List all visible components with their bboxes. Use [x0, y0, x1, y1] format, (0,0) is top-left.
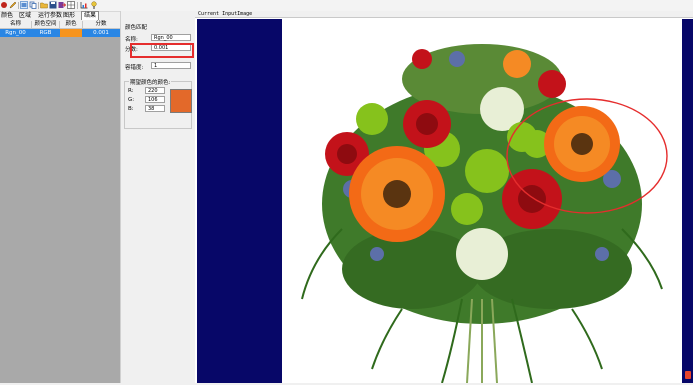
column-header-color-space[interactable]: 颜色空间	[32, 21, 60, 28]
image-icon[interactable]	[20, 1, 28, 9]
g-field[interactable]: 106	[145, 96, 165, 103]
grid-icon[interactable]	[67, 1, 75, 9]
name-field[interactable]: Rgn_00	[151, 34, 191, 41]
panel-title: 颜色匹配	[125, 25, 148, 31]
viewer-title: Current InputImage	[195, 11, 693, 18]
record-icon[interactable]	[0, 1, 8, 9]
input-image[interactable]	[282, 19, 682, 384]
cell-name: Rgn_00	[5, 30, 26, 36]
table-row[interactable]: Rgn_00 RGB 0.001	[0, 29, 120, 37]
copy-icon[interactable]	[29, 1, 37, 9]
g-label: G:	[128, 97, 135, 103]
display-margin-right	[682, 19, 693, 383]
cell-color-swatch	[60, 29, 82, 37]
cell-color-space: RGB	[39, 30, 52, 36]
column-header-name[interactable]: 名称	[0, 21, 32, 28]
display-margin-left	[197, 19, 282, 383]
expected-color-group: 期望颜色的颜色: R: 220 G: 106 B: 38	[124, 78, 192, 129]
export-icon[interactable]	[58, 1, 66, 9]
tab-strip: 颜色 区域 运行参数 图形 结果	[0, 11, 120, 21]
cell-score: 0.001	[93, 30, 109, 36]
folder-open-icon[interactable]	[40, 1, 48, 9]
tab-color[interactable]: 颜色	[1, 12, 13, 20]
column-header-color[interactable]: 颜色	[60, 21, 83, 28]
expected-color-swatch[interactable]	[170, 89, 192, 113]
tolerance-label: 容错度:	[125, 65, 144, 71]
tab-region[interactable]: 区域	[19, 12, 31, 20]
name-label: 名称:	[125, 37, 138, 43]
tab-result[interactable]: 结果	[81, 11, 100, 20]
score-highlight-annotation	[130, 43, 194, 58]
settings-icon[interactable]	[90, 1, 98, 9]
tab-run-params[interactable]: 运行参数	[38, 12, 62, 20]
chart-icon[interactable]	[80, 1, 88, 9]
r-label: R:	[128, 88, 134, 94]
pencil-icon[interactable]	[9, 1, 17, 9]
result-grid: 名称 颜色空间 颜色 分数 Rgn_00 RGB 0.001	[0, 21, 120, 383]
grid-header: 名称 颜色空间 颜色 分数	[0, 21, 120, 29]
b-field[interactable]: 38	[145, 105, 165, 112]
tolerance-field[interactable]: 1	[151, 62, 191, 69]
b-label: B:	[128, 106, 134, 112]
properties-panel: 颜色匹配 名称: Rgn_00 分数: 0.001 容错度: 1 期望颜色的颜色…	[120, 11, 196, 383]
column-header-score[interactable]: 分数	[83, 21, 119, 28]
tab-graphics[interactable]: 图形	[63, 12, 75, 20]
scroll-grip[interactable]	[685, 371, 691, 379]
flower-bouquet-image	[301, 44, 668, 384]
image-viewer: Current InputImage	[195, 11, 693, 384]
r-field[interactable]: 220	[145, 87, 165, 94]
expected-color-group-title: 期望颜色的颜色:	[129, 78, 172, 86]
save-icon[interactable]	[49, 1, 57, 9]
